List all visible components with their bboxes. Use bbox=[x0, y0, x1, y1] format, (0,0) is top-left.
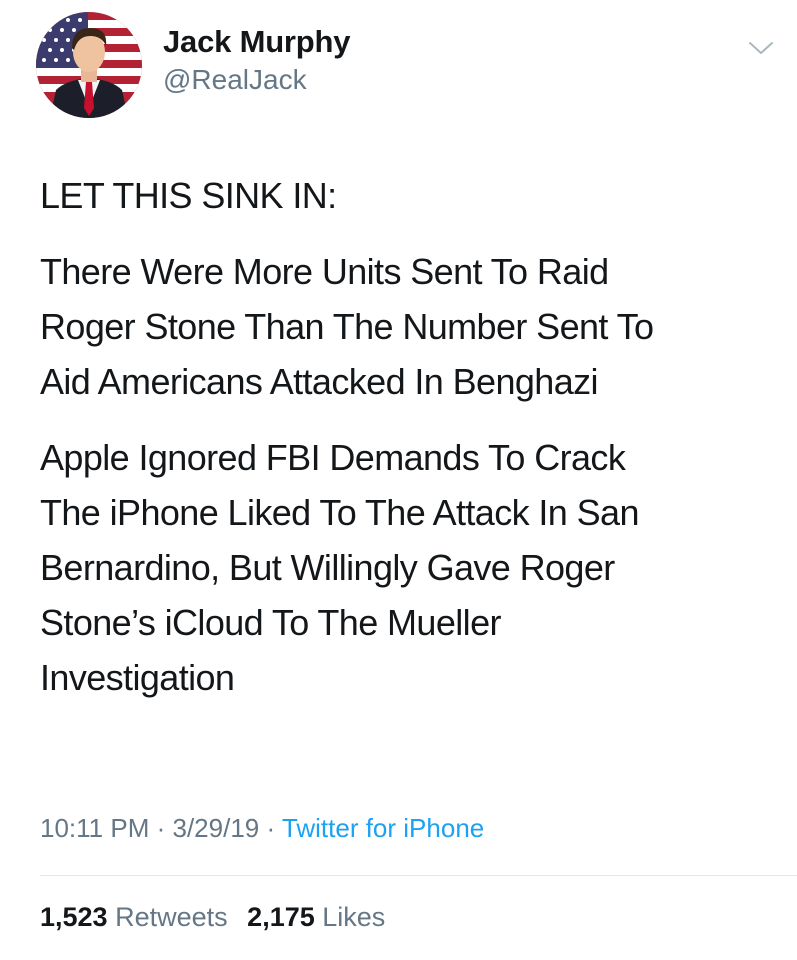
tweet-header: Jack Murphy @RealJack bbox=[36, 12, 776, 122]
tweet-paragraph: Apple Ignored FBI Demands To Crack The i… bbox=[40, 437, 639, 698]
tweet-date[interactable]: 3/29/19 bbox=[173, 813, 260, 843]
tweet-paragraph: There Were More Units Sent To Raid Roger… bbox=[40, 251, 654, 402]
tweet-card: Jack Murphy @RealJack LET THIS SINK IN: … bbox=[0, 0, 797, 960]
tweet-paragraph: LET THIS SINK IN: bbox=[40, 175, 337, 216]
likes-count: 2,175 bbox=[247, 902, 315, 932]
likes-stat[interactable]: 2,175 Likes bbox=[247, 902, 385, 932]
tweet-text: LET THIS SINK IN: There Were More Units … bbox=[40, 168, 770, 726]
retweets-label: Retweets bbox=[115, 902, 228, 932]
chevron-down-icon[interactable] bbox=[748, 38, 774, 58]
divider bbox=[40, 875, 797, 876]
tweet-source-link[interactable]: Twitter for iPhone bbox=[282, 813, 484, 843]
display-name[interactable]: Jack Murphy bbox=[163, 24, 351, 60]
retweets-count: 1,523 bbox=[40, 902, 108, 932]
retweets-stat[interactable]: 1,523 Retweets bbox=[40, 902, 235, 932]
tweet-time[interactable]: 10:11 PM bbox=[40, 813, 149, 843]
meta-separator: · bbox=[266, 813, 276, 843]
likes-label: Likes bbox=[322, 902, 386, 932]
tweet-stats: 1,523 Retweets 2,175 Likes bbox=[40, 897, 397, 937]
tweet-meta: 10:11 PM · 3/29/19 · Twitter for iPhone bbox=[40, 808, 484, 848]
user-handle[interactable]: @RealJack bbox=[163, 62, 350, 98]
meta-separator: · bbox=[156, 813, 166, 843]
avatar-image bbox=[36, 12, 142, 118]
user-names[interactable]: Jack Murphy @RealJack bbox=[163, 24, 351, 98]
avatar[interactable] bbox=[36, 12, 142, 118]
